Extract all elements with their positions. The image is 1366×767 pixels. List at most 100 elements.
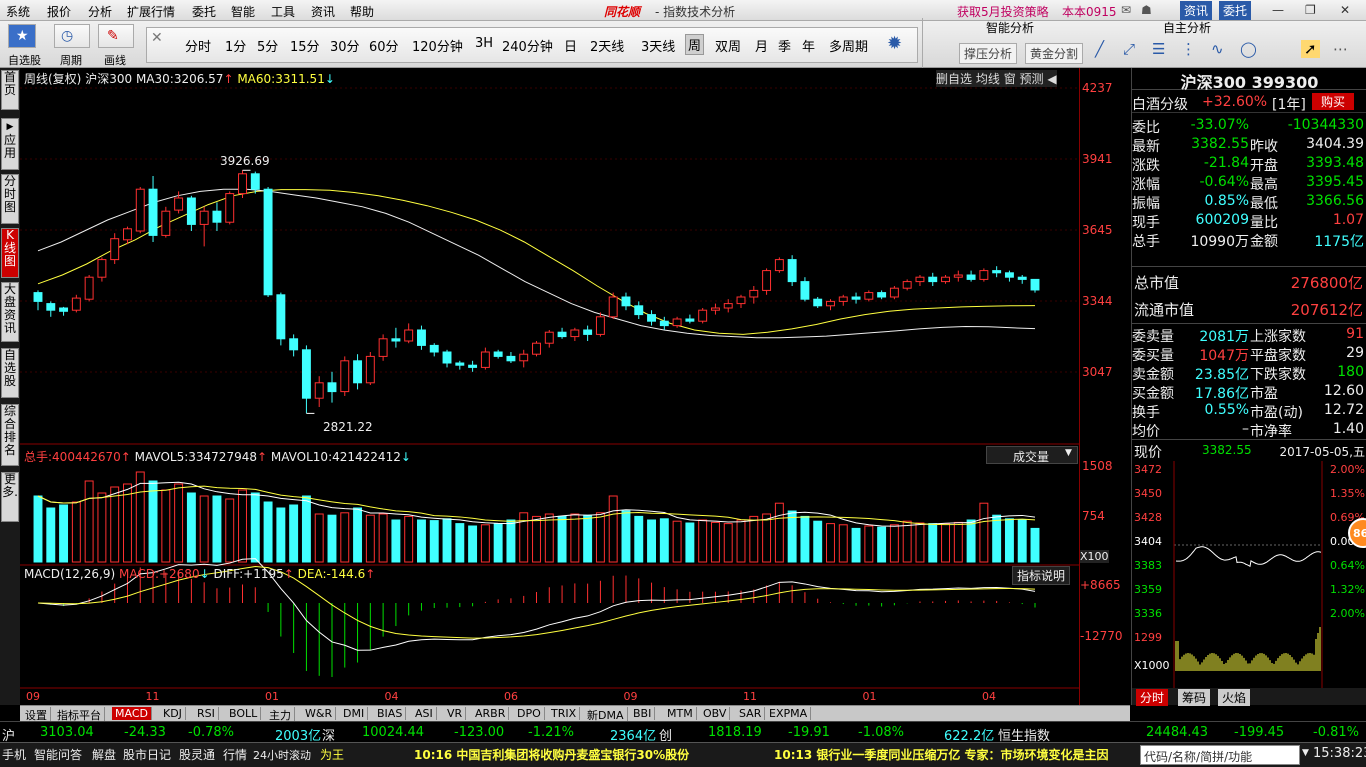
menu-trade[interactable]: 委托 xyxy=(192,3,216,20)
status-diary[interactable]: 股市日记 xyxy=(123,746,171,763)
indicator-explain-button[interactable]: 指标说明 xyxy=(1012,566,1071,585)
period-3day[interactable]: 3天线 xyxy=(641,36,675,55)
ma-line-button[interactable]: 均线 xyxy=(976,72,1000,86)
status-24h[interactable]: 24小时滚动 xyxy=(253,747,311,763)
period-quarter[interactable]: 季 xyxy=(778,36,791,55)
forecast-button[interactable]: 预测 xyxy=(1020,72,1044,86)
period-timeshare[interactable]: 分时 xyxy=(185,36,211,55)
news-item-2[interactable]: 10:13 银行业一季度同业压缩万亿 专家：市场环境变化是主因 xyxy=(774,746,1109,763)
period-15min[interactable]: 15分 xyxy=(290,36,320,55)
sector-row[interactable]: 白酒分级 +32.60% [1年] 购买 xyxy=(1132,92,1366,113)
indicator-tab[interactable]: DPO xyxy=(514,707,545,720)
menu-help[interactable]: 帮助 xyxy=(350,3,374,20)
sz-index[interactable]: 10024.44 xyxy=(362,725,424,740)
close-icon[interactable]: ✕ xyxy=(1340,3,1350,17)
status-quote[interactable]: 行情 xyxy=(223,746,247,763)
chart-area[interactable]: 09 11 01 04 06 09 11 01 04 周线(复权) 沪深300 MA30:320… xyxy=(20,68,1079,705)
search-input[interactable]: 代码/名称/简拼/功能 xyxy=(1140,745,1300,765)
line-tool-icon[interactable]: ╱ xyxy=(1095,40,1104,58)
mini-tab-chips[interactable]: 筹码 xyxy=(1178,689,1211,706)
period-5min[interactable]: 5分 xyxy=(257,36,278,55)
indicator-tab[interactable]: SAR xyxy=(736,707,766,720)
menu-tools[interactable]: 工具 xyxy=(271,3,295,20)
period-2day[interactable]: 2天线 xyxy=(590,36,624,55)
restore-icon[interactable]: ❐ xyxy=(1305,3,1316,17)
golden-split-button[interactable]: 黄金分割 xyxy=(1025,43,1084,64)
window-button[interactable]: 窗 xyxy=(1004,72,1016,86)
period-year[interactable]: 年 xyxy=(802,36,815,55)
self-stock-icon[interactable]: ★ xyxy=(8,24,36,48)
period-60min[interactable]: 60分 xyxy=(369,36,399,55)
bell-icon[interactable]: ✉ xyxy=(1121,3,1131,17)
indicator-tab[interactable]: BBI xyxy=(630,707,656,720)
menu-quote[interactable]: 报价 xyxy=(47,3,71,20)
channel-tool-icon[interactable]: ☰ xyxy=(1152,40,1165,58)
tab-rank[interactable]: 综合排名 xyxy=(1,404,19,466)
tab-kline[interactable]: K线图 xyxy=(1,228,19,278)
cy-index[interactable]: 1818.19 xyxy=(708,725,762,740)
tab-apps[interactable]: ▶ 应用 xyxy=(1,118,19,170)
menu-extended[interactable]: 扩展行情 xyxy=(127,3,175,20)
minimize-icon[interactable]: — xyxy=(1272,3,1284,17)
indicator-tab[interactable]: OBV xyxy=(700,707,731,720)
status-mobile[interactable]: 手机 xyxy=(2,746,26,763)
mini-timeshare-chart[interactable]: 3472 3450 3428 3404 3383 3359 3336 1299 2.00% 1.3… xyxy=(1132,461,1366,704)
period-month[interactable]: 月 xyxy=(755,36,768,55)
tab-market-news[interactable]: 大盘资讯 xyxy=(1,282,19,342)
period-30min[interactable]: 30分 xyxy=(330,36,360,55)
period-120min[interactable]: 120分钟 xyxy=(412,36,463,55)
status-lingtong[interactable]: 股灵通 xyxy=(179,746,215,763)
indicator-tab[interactable]: RSI xyxy=(194,707,219,720)
menu-smart[interactable]: 智能 xyxy=(231,3,255,20)
pointer-tool-icon[interactable]: ➚ xyxy=(1301,40,1320,58)
status-analysis[interactable]: 解盘 xyxy=(92,746,116,763)
indicator-tab[interactable]: W&R xyxy=(302,707,337,720)
circle-tool-icon[interactable]: ◯ xyxy=(1240,40,1257,58)
tab-timeshare[interactable]: 分时图 xyxy=(1,174,19,224)
indicator-tab[interactable]: BOLL xyxy=(226,707,262,720)
indicator-tab[interactable]: BIAS xyxy=(374,707,407,720)
news-item-1[interactable]: 10:16 中国吉利集团将收购丹麦盛宝银行30%股份 xyxy=(414,746,689,763)
support-resistance-button[interactable]: 撑压分析 xyxy=(959,43,1018,64)
menu-analysis[interactable]: 分析 xyxy=(88,3,112,20)
tab-self-stocks[interactable]: 自选股 xyxy=(1,348,19,398)
status-qa[interactable]: 智能问答 xyxy=(34,746,82,763)
remove-self-button[interactable]: 删自选 xyxy=(936,72,972,86)
indicator-tab[interactable]: MTM xyxy=(664,707,697,720)
wave-tool-icon[interactable]: ∿ xyxy=(1211,40,1224,58)
period-week[interactable]: 周 xyxy=(685,34,705,55)
prev-icon[interactable]: ◀ xyxy=(1047,72,1056,86)
parallel-tool-icon[interactable]: ⋮ xyxy=(1181,40,1196,58)
buy-button[interactable]: 购买 xyxy=(1312,93,1355,110)
search-dropdown-icon[interactable]: ▼ xyxy=(1302,748,1309,758)
menu-system[interactable]: 系统 xyxy=(6,3,30,20)
indicator-tab[interactable]: ARBR xyxy=(472,707,510,720)
sh-index[interactable]: 3103.04 xyxy=(40,725,94,740)
hs-index[interactable]: 24484.43 xyxy=(1146,725,1208,740)
skin-icon[interactable]: ☗ xyxy=(1141,3,1152,17)
indicator-dropdown[interactable]: 成交量 ▼ xyxy=(986,446,1078,464)
period-240min[interactable]: 240分钟 xyxy=(502,36,553,55)
menu-info[interactable]: 资讯 xyxy=(311,3,335,20)
indicator-tab[interactable]: ASI xyxy=(412,707,437,720)
tab-more[interactable]: 更多. xyxy=(1,472,19,522)
draw-line-icon[interactable]: ✎ xyxy=(98,24,134,48)
kline-chart[interactable]: 09 11 01 04 06 09 11 01 04 xyxy=(20,68,1079,705)
indicator-tab[interactable]: DMI xyxy=(340,707,369,720)
indicator-tab[interactable]: EXPMA xyxy=(766,707,812,720)
period-3h[interactable]: 3H xyxy=(475,36,493,51)
mini-tab-flame[interactable]: 火焰 xyxy=(1218,689,1251,706)
tab-home[interactable]: 首页 xyxy=(1,70,19,110)
period-2week[interactable]: 双周 xyxy=(715,36,741,55)
indicator-tab[interactable]: KDJ xyxy=(160,707,186,720)
mini-tab-timeshare[interactable]: 分时 xyxy=(1136,689,1169,706)
indicator-tab[interactable]: TRIX xyxy=(548,707,581,720)
indicator-tab[interactable]: VR xyxy=(444,707,467,720)
period-1min[interactable]: 1分 xyxy=(225,36,246,55)
settings-gear-icon[interactable]: ✹ xyxy=(887,33,902,54)
period-icon[interactable]: ◷ xyxy=(54,24,90,48)
period-multi[interactable]: 多周期 xyxy=(829,36,868,55)
ray-tool-icon[interactable]: ⤢ xyxy=(1123,40,1135,58)
more-tools-icon[interactable]: ⋯ xyxy=(1333,40,1348,58)
period-day[interactable]: 日 xyxy=(564,36,577,55)
